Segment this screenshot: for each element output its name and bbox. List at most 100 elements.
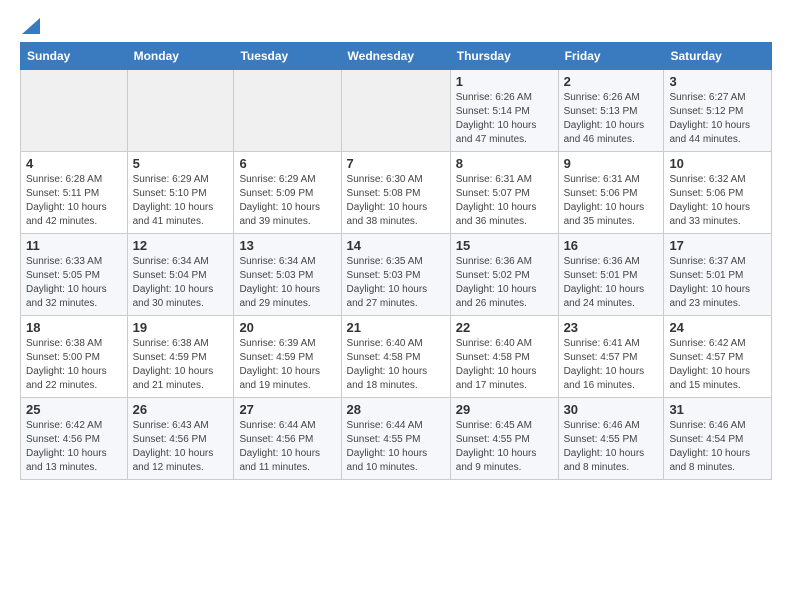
calendar-cell: 26Sunrise: 6:43 AMSunset: 4:56 PMDayligh… — [127, 398, 234, 480]
weekday-header-wednesday: Wednesday — [341, 43, 450, 70]
calendar-cell: 21 Sunrise: 6:40 AMSunset: 4:58 PMDayligh… — [341, 316, 450, 398]
day-number: 16 — [564, 238, 659, 253]
day-info: Sunrise: 6:31 AMSunset: 5:07 PMDaylight:… — [456, 173, 553, 229]
day-info: Sunrise: 6:31 AMSunset: 5:06 PMDaylight:… — [564, 173, 659, 229]
logo-triangle-icon — [22, 18, 40, 34]
calendar-cell — [21, 70, 128, 152]
day-info: Sunrise: 6:44 AMSunset: 4:55 PMDaylight:… — [347, 419, 445, 475]
calendar-cell: 23 Sunrise: 6:41 AMSunset: 4:57 PMDayligh… — [558, 316, 664, 398]
day-number: 5 — [133, 156, 229, 171]
calendar-cell: 11 Sunrise: 6:33 AMSunset: 5:05 PMDayligh… — [21, 234, 128, 316]
day-number: 8 — [456, 156, 553, 171]
day-number: 29 — [456, 402, 553, 417]
calendar-cell: 15 Sunrise: 6:36 AMSunset: 5:02 PMDayligh… — [450, 234, 558, 316]
day-number: 14 — [347, 238, 445, 253]
day-number: 6 — [239, 156, 335, 171]
day-number: 21 — [347, 320, 445, 335]
logo — [20, 16, 40, 34]
calendar-cell — [341, 70, 450, 152]
day-info: Sunrise: 6:29 AMSunset: 5:10 PMDaylight:… — [133, 173, 229, 229]
calendar-cell: 25 Sunrise: 6:42 AMSunset: 4:56 PMDayligh… — [21, 398, 128, 480]
calendar-cell: 5 Sunrise: 6:29 AMSunset: 5:10 PMDaylight… — [127, 152, 234, 234]
day-info: Sunrise: 6:26 AMSunset: 5:13 PMDaylight:… — [564, 91, 659, 147]
calendar-body: 1 Sunrise: 6:26 AMSunset: 5:14 PMDaylight… — [21, 70, 772, 480]
calendar-cell: 8 Sunrise: 6:31 AMSunset: 5:07 PMDaylight… — [450, 152, 558, 234]
calendar-cell: 2 Sunrise: 6:26 AMSunset: 5:13 PMDaylight… — [558, 70, 664, 152]
day-number: 19 — [133, 320, 229, 335]
week-row-1: 1 Sunrise: 6:26 AMSunset: 5:14 PMDaylight… — [21, 70, 772, 152]
day-info: Sunrise: 6:32 AMSunset: 5:06 PMDaylight:… — [669, 173, 766, 229]
day-number: 25 — [26, 402, 122, 417]
day-info: Sunrise: 6:40 AMSunset: 4:58 PMDaylight:… — [456, 337, 553, 393]
weekday-header-tuesday: Tuesday — [234, 43, 341, 70]
calendar-cell — [127, 70, 234, 152]
calendar-cell: 19 Sunrise: 6:38 AMSunset: 4:59 PMDayligh… — [127, 316, 234, 398]
calendar-cell: 20 Sunrise: 6:39 AMSunset: 4:59 PMDayligh… — [234, 316, 341, 398]
day-info: Sunrise: 6:41 AMSunset: 4:57 PMDaylight:… — [564, 337, 659, 393]
calendar-cell: 10Sunrise: 6:32 AMSunset: 5:06 PMDayligh… — [664, 152, 772, 234]
day-number: 24 — [669, 320, 766, 335]
day-info: Sunrise: 6:27 AMSunset: 5:12 PMDaylight:… — [669, 91, 766, 147]
calendar-cell: 7Sunrise: 6:30 AMSunset: 5:08 PMDaylight… — [341, 152, 450, 234]
day-info: Sunrise: 6:46 AMSunset: 4:54 PMDaylight:… — [669, 419, 766, 475]
weekday-header-thursday: Thursday — [450, 43, 558, 70]
day-info: Sunrise: 6:38 AMSunset: 5:00 PMDaylight:… — [26, 337, 122, 393]
day-info: Sunrise: 6:26 AMSunset: 5:14 PMDaylight:… — [456, 91, 553, 147]
day-info: Sunrise: 6:37 AMSunset: 5:01 PMDaylight:… — [669, 255, 766, 311]
day-number: 22 — [456, 320, 553, 335]
day-info: Sunrise: 6:40 AMSunset: 4:58 PMDaylight:… — [347, 337, 445, 393]
calendar-cell: 18Sunrise: 6:38 AMSunset: 5:00 PMDayligh… — [21, 316, 128, 398]
day-number: 1 — [456, 74, 553, 89]
calendar-cell: 12 Sunrise: 6:34 AMSunset: 5:04 PMDayligh… — [127, 234, 234, 316]
day-info: Sunrise: 6:44 AMSunset: 4:56 PMDaylight:… — [239, 419, 335, 475]
week-row-2: 4Sunrise: 6:28 AMSunset: 5:11 PMDaylight… — [21, 152, 772, 234]
day-number: 27 — [239, 402, 335, 417]
day-info: Sunrise: 6:36 AMSunset: 5:02 PMDaylight:… — [456, 255, 553, 311]
day-number: 11 — [26, 238, 122, 253]
day-number: 15 — [456, 238, 553, 253]
day-info: Sunrise: 6:36 AMSunset: 5:01 PMDaylight:… — [564, 255, 659, 311]
calendar-cell: 4Sunrise: 6:28 AMSunset: 5:11 PMDaylight… — [21, 152, 128, 234]
calendar-cell: 6 Sunrise: 6:29 AMSunset: 5:09 PMDaylight… — [234, 152, 341, 234]
day-number: 4 — [26, 156, 122, 171]
day-info: Sunrise: 6:46 AMSunset: 4:55 PMDaylight:… — [564, 419, 659, 475]
calendar-cell: 30 Sunrise: 6:46 AMSunset: 4:55 PMDayligh… — [558, 398, 664, 480]
weekday-header-monday: Monday — [127, 43, 234, 70]
weekday-header-saturday: Saturday — [664, 43, 772, 70]
calendar-cell: 1 Sunrise: 6:26 AMSunset: 5:14 PMDaylight… — [450, 70, 558, 152]
weekday-header-friday: Friday — [558, 43, 664, 70]
week-row-4: 18Sunrise: 6:38 AMSunset: 5:00 PMDayligh… — [21, 316, 772, 398]
day-number: 13 — [239, 238, 335, 253]
day-info: Sunrise: 6:38 AMSunset: 4:59 PMDaylight:… — [133, 337, 229, 393]
weekday-header-sunday: Sunday — [21, 43, 128, 70]
day-info: Sunrise: 6:42 AMSunset: 4:57 PMDaylight:… — [669, 337, 766, 393]
day-info: Sunrise: 6:45 AMSunset: 4:55 PMDaylight:… — [456, 419, 553, 475]
week-row-5: 25 Sunrise: 6:42 AMSunset: 4:56 PMDayligh… — [21, 398, 772, 480]
calendar-cell: 22 Sunrise: 6:40 AMSunset: 4:58 PMDayligh… — [450, 316, 558, 398]
day-info: Sunrise: 6:29 AMSunset: 5:09 PMDaylight:… — [239, 173, 335, 229]
calendar-table: SundayMondayTuesdayWednesdayThursdayFrid… — [20, 42, 772, 480]
calendar-cell: 27 Sunrise: 6:44 AMSunset: 4:56 PMDayligh… — [234, 398, 341, 480]
day-number: 30 — [564, 402, 659, 417]
weekday-header-row: SundayMondayTuesdayWednesdayThursdayFrid… — [21, 43, 772, 70]
day-number: 12 — [133, 238, 229, 253]
day-info: Sunrise: 6:42 AMSunset: 4:56 PMDaylight:… — [26, 419, 122, 475]
day-info: Sunrise: 6:34 AMSunset: 5:03 PMDaylight:… — [239, 255, 335, 311]
week-row-3: 11 Sunrise: 6:33 AMSunset: 5:05 PMDayligh… — [21, 234, 772, 316]
day-number: 31 — [669, 402, 766, 417]
calendar-cell: 3Sunrise: 6:27 AMSunset: 5:12 PMDaylight… — [664, 70, 772, 152]
calendar-cell: 17 Sunrise: 6:37 AMSunset: 5:01 PMDayligh… — [664, 234, 772, 316]
day-info: Sunrise: 6:34 AMSunset: 5:04 PMDaylight:… — [133, 255, 229, 311]
day-number: 9 — [564, 156, 659, 171]
day-number: 20 — [239, 320, 335, 335]
calendar-cell: 16 Sunrise: 6:36 AMSunset: 5:01 PMDayligh… — [558, 234, 664, 316]
day-number: 2 — [564, 74, 659, 89]
calendar-cell: 24 Sunrise: 6:42 AMSunset: 4:57 PMDayligh… — [664, 316, 772, 398]
header — [20, 16, 772, 34]
day-info: Sunrise: 6:35 AMSunset: 5:03 PMDaylight:… — [347, 255, 445, 311]
day-number: 23 — [564, 320, 659, 335]
day-info: Sunrise: 6:39 AMSunset: 4:59 PMDaylight:… — [239, 337, 335, 393]
calendar-cell: 13 Sunrise: 6:34 AMSunset: 5:03 PMDayligh… — [234, 234, 341, 316]
day-number: 17 — [669, 238, 766, 253]
day-info: Sunrise: 6:33 AMSunset: 5:05 PMDaylight:… — [26, 255, 122, 311]
